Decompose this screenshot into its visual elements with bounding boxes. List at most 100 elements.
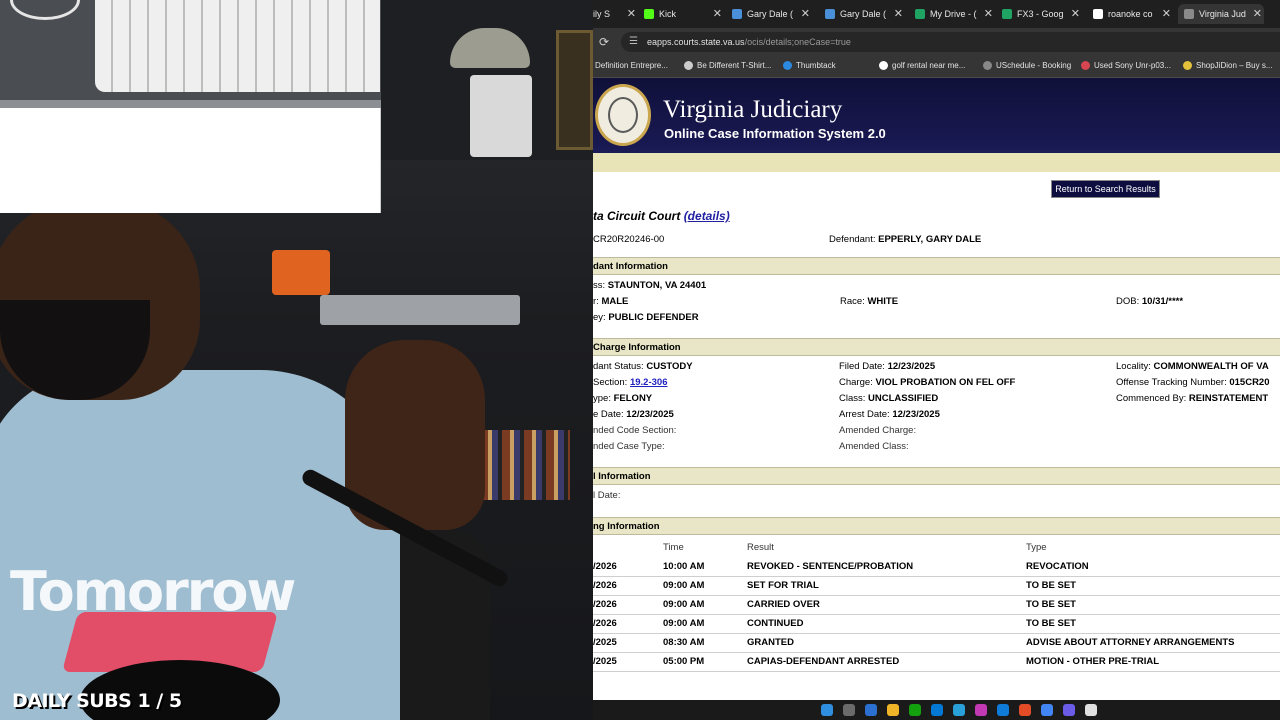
code-label: Section:: [593, 377, 628, 388]
tab-label: FX3 - Goog: [1017, 9, 1064, 19]
address-bar[interactable]: ☰ eapps.courts.state.va.us/ocis/details;…: [621, 32, 1280, 52]
class-label: Class:: [839, 393, 866, 404]
bookmark-label: Thumbtack: [796, 61, 836, 70]
bookmark-item[interactable]: Be Different T-Shirt...: [684, 61, 771, 70]
court-heading: ta Circuit Court (details): [593, 209, 730, 223]
hearing-header-time: Time: [663, 542, 684, 553]
hearing-time-cell: 09:00 AM: [663, 599, 705, 610]
browser-tab[interactable]: FX3 - Goog ✕: [996, 4, 1082, 24]
tab-favicon-icon: [915, 9, 925, 19]
bookshelf: [480, 430, 570, 500]
taskbar-app-icon[interactable]: [887, 704, 899, 716]
reload-icon[interactable]: ⟳: [599, 35, 609, 49]
locality-value: COMMONWEALTH OF VA: [1153, 361, 1269, 372]
bookmark-label: golf rental near me...: [892, 61, 966, 70]
browser-tab[interactable]: Gary Dale ( ✕: [819, 4, 905, 24]
hearing-type-cell: MOTION - OTHER PRE-TRIAL: [1026, 656, 1159, 667]
appeal-date-row: l Date:: [593, 490, 621, 501]
otn-value: 015CR20: [1229, 377, 1270, 388]
tab-favicon-icon: [1093, 9, 1103, 19]
browser-tab[interactable]: Kick ✕: [638, 4, 724, 24]
hearing-result-cell: GRANTED: [747, 637, 794, 648]
charge-label: Charge:: [839, 377, 873, 388]
race-label: Race:: [840, 296, 865, 307]
bookmark-label: Used Sony Unr-p03...: [1094, 61, 1171, 70]
defendant-name: Defendant: EPPERLY, GARY DALE: [829, 234, 981, 245]
browser-tab[interactable]: My Drive - (✕: [909, 4, 995, 24]
taskbar-app-icon[interactable]: [1041, 704, 1053, 716]
bookmark-label: Be Different T-Shirt...: [697, 61, 772, 70]
bookmark-item[interactable]: Definition Entrepre...: [595, 61, 668, 70]
gender-value: MALE: [601, 296, 629, 307]
tab-close-icon[interactable]: ✕: [1071, 7, 1080, 20]
hearing-time-cell: 09:00 AM: [663, 618, 705, 629]
hearing-section-header: ng Information: [593, 517, 1280, 535]
taskbar-app-icon[interactable]: [953, 704, 965, 716]
filed-row: Filed Date: 12/23/2025: [839, 361, 935, 372]
webcam-feed: Tomorrow DAILY SUBS 1 / 5: [0, 0, 593, 720]
return-to-search-button[interactable]: Return to Search Results: [1051, 180, 1160, 198]
gender-label: r:: [593, 296, 599, 307]
tab-close-icon[interactable]: ✕: [894, 7, 903, 20]
daily-subs-label: DAILY SUBS 1 / 5: [12, 690, 182, 712]
bookmark-item[interactable]: golf rental near me...: [879, 61, 965, 70]
taskbar-app-icon[interactable]: [843, 704, 855, 716]
taskbar-app-icon[interactable]: [1063, 704, 1075, 716]
commenced-label: Commenced By:: [1116, 393, 1187, 404]
windows-taskbar: [593, 700, 1280, 720]
inset-video: [0, 0, 381, 108]
taskbar-app-icon[interactable]: [975, 704, 987, 716]
bookmark-item[interactable]: Thumbtack: [783, 61, 836, 70]
url-path: /ocis/details;oneCase=true: [744, 37, 851, 47]
tab-label: Gary Dale (: [840, 9, 887, 19]
laptop: [320, 295, 520, 325]
taskbar-app-icon[interactable]: [1085, 704, 1097, 716]
bookmark-item[interactable]: ShopJiDion – Buy s...: [1183, 61, 1272, 70]
keyboard-cam-inset: [0, 0, 381, 213]
address-label: ss:: [593, 280, 606, 291]
bookmark-icon: [879, 61, 888, 70]
type-row: ype: FELONY: [593, 393, 652, 404]
bookmark-item[interactable]: USchedule - Booking: [983, 61, 1071, 70]
hearing-result-cell: REVOKED - SENTENCE/PROBATION: [747, 561, 914, 572]
browser-tab[interactable]: ily S ✕: [593, 4, 638, 24]
tab-favicon-icon: [644, 9, 654, 19]
row-divider: [593, 671, 1280, 672]
taskbar-app-icon[interactable]: [865, 704, 877, 716]
arrest-label: Arrest Date:: [839, 409, 890, 420]
tab-close-icon[interactable]: ✕: [984, 7, 993, 20]
amended-type-row: nded Case Type:: [593, 441, 665, 452]
tab-close-icon[interactable]: ✕: [713, 7, 722, 20]
url-host: eapps.courts.state.va.us: [647, 37, 745, 47]
locality-row: Locality: COMMONWEALTH OF VA: [1116, 361, 1269, 372]
header-band: [593, 153, 1280, 172]
bookmark-item[interactable]: Used Sony Unr-p03...: [1081, 61, 1171, 70]
hearing-type-cell: REVOCATION: [1026, 561, 1089, 572]
commenced-row: Commenced By: REINSTATEMENT: [1116, 393, 1268, 404]
page-subtitle: Online Case Information System 2.0: [664, 126, 886, 141]
code-section-link[interactable]: 19.2-306: [630, 377, 668, 388]
taskbar-app-icon[interactable]: [821, 704, 833, 716]
tab-close-icon[interactable]: ✕: [801, 7, 810, 20]
details-link[interactable]: (details): [684, 209, 730, 223]
hearing-date-cell: /2026: [593, 580, 617, 591]
taskbar-app-icon[interactable]: [1019, 704, 1031, 716]
browser-tab[interactable]: Virginia Jud ✕: [1178, 4, 1264, 24]
class-value: UNCLASSIFIED: [868, 393, 939, 404]
shirt-text: Tomorrow: [10, 560, 296, 623]
bookmark-icon: [1081, 61, 1090, 70]
taskbar-app-icon[interactable]: [909, 704, 921, 716]
browser-tab[interactable]: Gary Dale (✕: [726, 4, 812, 24]
hearing-date-cell: /2025: [593, 656, 617, 667]
status-value: CUSTODY: [646, 361, 693, 372]
status-row: dant Status: CUSTODY: [593, 361, 693, 372]
browser-tab[interactable]: roanoke co ✕: [1087, 4, 1173, 24]
tab-close-icon[interactable]: ✕: [1162, 7, 1171, 20]
taskbar-app-icon[interactable]: [931, 704, 943, 716]
site-info-icon[interactable]: ☰: [629, 36, 638, 47]
tab-favicon-icon: [1184, 9, 1194, 19]
tab-close-icon[interactable]: ✕: [1253, 7, 1262, 20]
charge-value: VIOL PROBATION ON FEL OFF: [875, 377, 1016, 388]
tab-close-icon[interactable]: ✕: [627, 7, 636, 20]
taskbar-app-icon[interactable]: [997, 704, 1009, 716]
